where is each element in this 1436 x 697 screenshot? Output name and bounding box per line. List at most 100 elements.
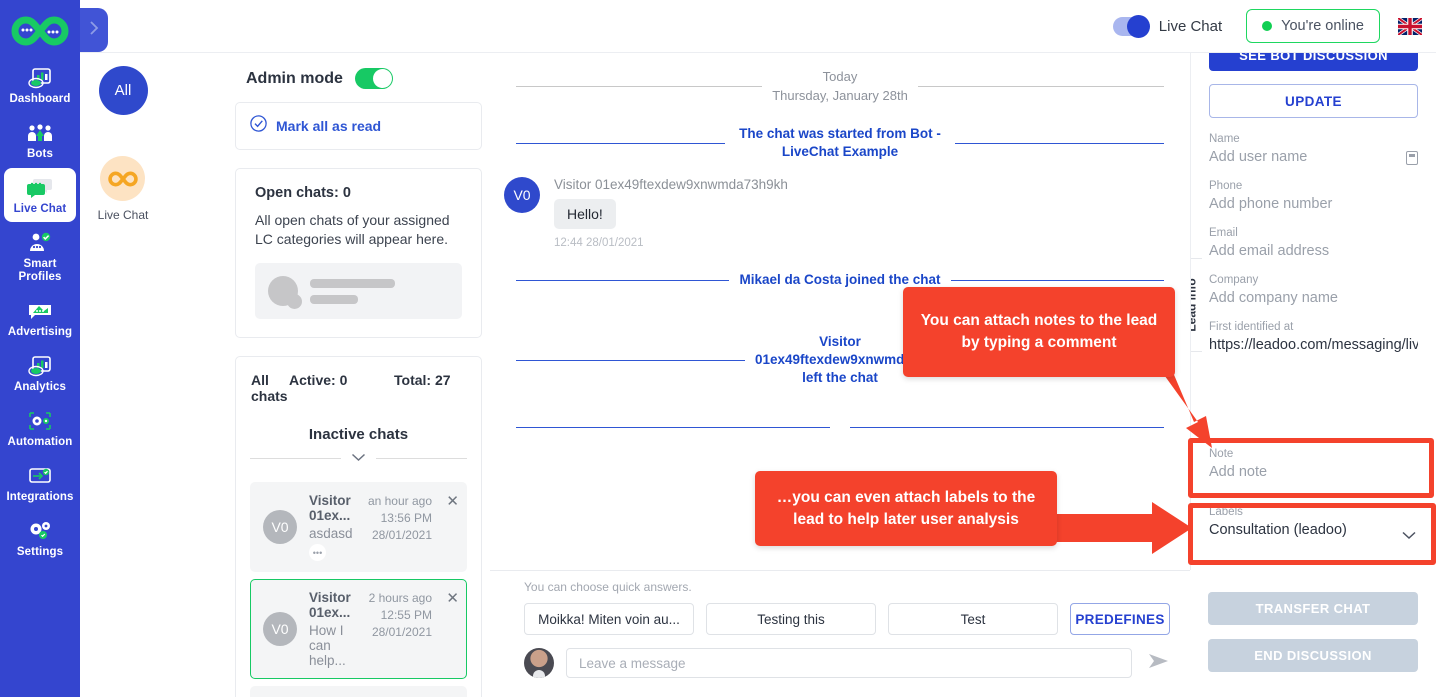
close-x-icon[interactable]: ✕ <box>446 492 459 510</box>
all-chats-label: All chats <box>251 372 289 404</box>
chat-name: Visitor 01ex... <box>309 590 369 620</box>
extra-divider <box>490 427 1190 428</box>
category-avatar-label: Live Chat <box>98 208 149 222</box>
lead-info-tab-label: Lead info <box>1190 278 1199 331</box>
online-status-badge[interactable]: You're online <box>1246 9 1380 43</box>
inactive-chats-divider <box>236 449 481 475</box>
callout-text: …you can even attach labels to the lead … <box>771 487 1041 531</box>
search-input message-input[interactable] <box>566 648 1132 678</box>
category-avatar-live-chat[interactable]: Live Chat <box>98 156 149 222</box>
advertising-icon <box>25 298 55 324</box>
sidebar-item-label: Integrations <box>6 491 73 504</box>
field-label: Phone <box>1209 180 1418 192</box>
leadoo-infinity-icon <box>100 156 145 201</box>
phone-field[interactable]: Add phone number <box>1209 196 1418 212</box>
see-bot-discussion-button[interactable]: SEE BOT DISCUSSION <box>1209 53 1418 71</box>
inactive-chat-items: V0 Visitor 01ex... asdasd ••• an hour ag… <box>236 482 481 697</box>
lead-field-company: Company Add company name <box>1209 274 1418 306</box>
lead-field-first-identified: First identified at https://leadoo.com/m… <box>1209 321 1418 353</box>
message-timestamp: 12:44 28/01/2021 <box>554 237 788 249</box>
smart-profiles-icon <box>25 230 55 256</box>
end-discussion-button[interactable]: END DISCUSSION <box>1208 639 1418 672</box>
live-chat-toggle[interactable] <box>1113 17 1149 36</box>
sidebar-item-automation[interactable]: Automation <box>4 401 76 455</box>
agent-avatar <box>524 648 554 678</box>
quick-answer-button[interactable]: Testing this <box>706 603 876 635</box>
callout-notes: You can attach notes to the lead by typi… <box>903 287 1175 377</box>
check-circle-icon <box>250 115 267 137</box>
chat-list-column: All Live Chat Admin mode <box>80 53 490 697</box>
list-item[interactable]: R Roger asd 20 hours ago 19:19 PM 27/01/… <box>250 686 467 697</box>
sidebar-item-smart-profiles[interactable]: Smart Profiles <box>4 223 76 290</box>
left-nav-rail: Dashboard Bots Live Chat Smart Profiles <box>0 0 80 697</box>
sidebar-item-settings[interactable]: Settings <box>4 511 76 565</box>
chat-date: 28/01/2021 <box>368 527 432 544</box>
sidebar-item-label: Dashboard <box>10 93 71 106</box>
chat-ago: 2 hours ago <box>369 590 432 607</box>
online-dot-icon <box>1262 21 1272 31</box>
sidebar-item-bots[interactable]: Bots <box>4 113 76 167</box>
send-arrow-icon[interactable] <box>1148 652 1170 675</box>
dashboard-chart-icon <box>25 65 55 91</box>
sidebar-item-dashboard[interactable]: Dashboard <box>4 58 76 112</box>
integrations-icon <box>25 463 55 489</box>
list-item[interactable]: V0 Visitor 01ex... How I can help... 2 h… <box>250 579 467 679</box>
live-chat-bubble-icon <box>25 175 55 201</box>
company-field[interactable]: Add company name <box>1209 290 1418 306</box>
close-x-icon[interactable]: ✕ <box>446 589 459 607</box>
message-composer: You can choose quick answers. Moikka! Mi… <box>490 570 1190 697</box>
lead-field-email: Email Add email address <box>1209 227 1418 259</box>
open-chats-heading: Open chats: 0 <box>255 185 462 201</box>
top-header: Live Chat You're online <box>80 0 1436 53</box>
chat-preview: asdasd <box>309 526 368 541</box>
category-avatar-all[interactable]: All <box>99 66 148 115</box>
placeholder-line <box>310 295 358 304</box>
uk-flag-icon[interactable] <box>1398 18 1422 35</box>
copy-icon[interactable] <box>1406 151 1418 165</box>
quick-answer-button[interactable]: Test <box>888 603 1058 635</box>
mark-all-as-read-button[interactable]: Mark all as read <box>236 103 481 149</box>
sidebar-item-label: Smart Profiles <box>6 258 74 284</box>
chevron-down-icon[interactable] <box>351 449 366 467</box>
day-divider: Today Thursday, January 28th <box>490 67 1190 105</box>
open-chats-description: All open chats of your assigned LC categ… <box>255 211 462 249</box>
admin-mode-toggle[interactable] <box>355 68 393 89</box>
quick-answers-hint: You can choose quick answers. <box>524 580 1170 594</box>
lead-info-tab[interactable]: Lead info <box>1190 258 1202 352</box>
sidebar-item-live-chat[interactable]: Live Chat <box>4 168 76 222</box>
sidebar-item-label: Settings <box>17 546 63 559</box>
admin-mode-row: Admin mode <box>158 53 482 102</box>
inactive-chats-title: Inactive chats <box>236 414 481 449</box>
settings-gear-icon <box>25 518 55 544</box>
day-today-label: Today <box>772 67 908 86</box>
open-chats-placeholder <box>255 263 462 319</box>
sidebar-item-label: Bots <box>27 148 53 161</box>
online-status-text: You're online <box>1281 18 1364 34</box>
sidebar-collapse-toggle[interactable] <box>80 8 108 52</box>
chat-actions: TRANSFER CHAT END DISCUSSION <box>1190 570 1436 697</box>
leadoo-infinity-logo[interactable] <box>9 8 71 54</box>
chat-time: 13:56 PM <box>368 510 432 527</box>
name-field[interactable]: Add user name <box>1209 149 1418 165</box>
update-button[interactable]: UPDATE <box>1209 84 1418 118</box>
list-item[interactable]: V0 Visitor 01ex... asdasd ••• an hour ag… <box>250 482 467 572</box>
sidebar-item-label: Advertising <box>8 326 72 339</box>
callout-text: You can attach notes to the lead by typi… <box>919 310 1159 354</box>
quick-answers-row: Moikka! Miten voin au... Testing this Te… <box>524 603 1170 635</box>
lead-field-phone: Phone Add phone number <box>1209 180 1418 212</box>
sidebar-item-analytics[interactable]: Analytics <box>4 346 76 400</box>
placeholder-line <box>310 279 395 288</box>
sidebar-item-integrations[interactable]: Integrations <box>4 456 76 510</box>
bots-people-icon <box>25 120 55 146</box>
chat-date: 28/01/2021 <box>369 624 432 641</box>
quick-answer-button[interactable]: Moikka! Miten voin au... <box>524 603 694 635</box>
avatar: V0 <box>263 510 297 544</box>
sidebar-item-advertising[interactable]: Advertising <box>4 291 76 345</box>
avatar: V0 <box>263 612 297 646</box>
field-label: Company <box>1209 274 1418 286</box>
transfer-chat-button[interactable]: TRANSFER CHAT <box>1208 592 1418 625</box>
email-field[interactable]: Add email address <box>1209 243 1418 259</box>
predefines-button[interactable]: PREDEFINES <box>1070 603 1170 635</box>
mark-all-as-read-label: Mark all as read <box>276 118 381 134</box>
chat-ago: an hour ago <box>368 493 432 510</box>
